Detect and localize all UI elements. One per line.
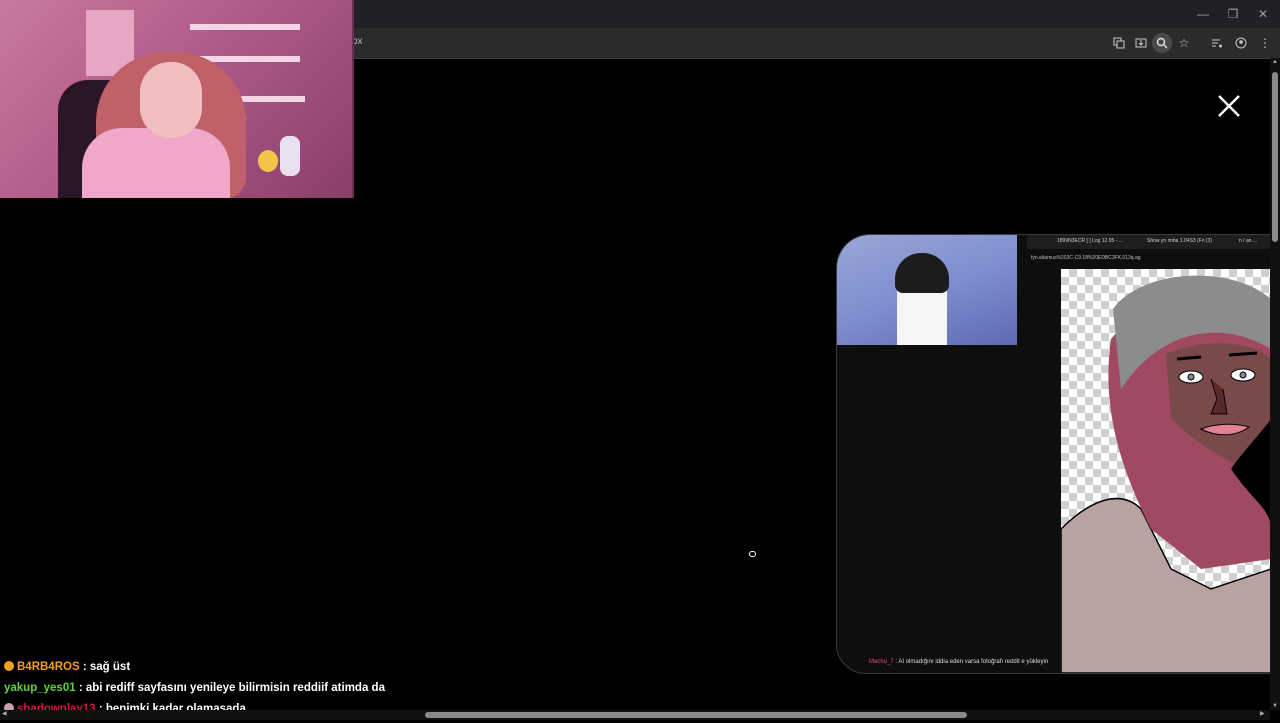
drawing-canvas	[1060, 269, 1271, 673]
chat-text: abi rediff sayfasını yenileye bilirmisin…	[85, 682, 385, 694]
clip-browser-tabs: 1899N3ECR [ ] Log 12.05 - ... Show yn im…	[1027, 235, 1271, 249]
media-control-icon[interactable]	[1207, 33, 1227, 53]
chat-separator: :	[78, 682, 83, 694]
warning-badge-icon	[4, 661, 14, 671]
clip-chat-text: : AI olmadığını iddia eden varsa fotoğra…	[895, 659, 1049, 665]
close-window-icon[interactable]: ✕	[1248, 0, 1278, 28]
chat-separator: :	[82, 661, 87, 673]
vertical-scroll-thumb[interactable]	[1272, 72, 1278, 242]
streamer-webcam	[0, 0, 354, 198]
scroll-down-icon[interactable]: ▼	[1271, 703, 1279, 709]
chat-username[interactable]: yakup_yes01	[4, 682, 76, 694]
vertical-scrollbar[interactable]: ▲ ▼	[1270, 58, 1280, 710]
embedded-clip-video[interactable]: 1899N3ECR [ ] Log 12.05 - ... Show yn im…	[836, 234, 1272, 674]
clip-tab: 1899N3ECR [ ] Log 12.05 - ...	[1057, 238, 1123, 244]
decor-figure	[280, 136, 300, 176]
bookmark-star-icon[interactable]: ☆	[1174, 33, 1194, 53]
chat-message: yakup_yes01 : abi rediff sayfasını yenil…	[4, 681, 385, 702]
horizontal-scroll-thumb[interactable]	[425, 712, 967, 718]
translate-icon[interactable]	[1109, 33, 1129, 53]
drawn-portrait	[1060, 275, 1271, 673]
chat-message: B4RB4ROS : sağ üst	[4, 660, 385, 681]
minimize-icon[interactable]: —	[1188, 0, 1218, 28]
zoom-icon[interactable]	[1152, 33, 1172, 53]
menu-icon[interactable]: ⋮	[1255, 33, 1275, 53]
clip-tab: Show yn imba 1.04S3 (Fri (3)	[1147, 238, 1213, 244]
clip-streamer-hair	[895, 253, 949, 293]
clip-tab: n / an ...	[1239, 238, 1258, 244]
restore-icon[interactable]: ❐	[1218, 0, 1248, 28]
install-app-icon[interactable]	[1131, 33, 1151, 53]
clip-chat-line: Machu_7 : AI olmadığını iddia eden varsa…	[869, 659, 1048, 665]
scroll-left-icon[interactable]: ◀	[2, 710, 7, 717]
chat-text: sağ üst	[89, 661, 131, 673]
wall-shelf	[190, 24, 300, 30]
scroll-right-icon[interactable]: ▶	[1260, 710, 1265, 717]
streamer-face	[140, 62, 202, 138]
streamer-hoodie	[82, 128, 230, 198]
clip-url: fyn.altamus%203C-C9.18%20EDBC3FK.013q.ag	[1031, 255, 1141, 261]
clip-chat-username: Machu_7	[869, 659, 894, 665]
clip-webcam	[837, 235, 1017, 345]
chat-username[interactable]: B4RB4ROS	[17, 661, 80, 673]
scroll-up-icon[interactable]: ▲	[1271, 59, 1279, 65]
cursor-indicator	[749, 551, 756, 557]
profile-icon[interactable]	[1231, 33, 1251, 53]
plush-toy	[258, 150, 278, 172]
horizontal-scrollbar[interactable]: ◀ ▶	[0, 710, 1270, 720]
close-icon[interactable]	[1216, 93, 1242, 119]
